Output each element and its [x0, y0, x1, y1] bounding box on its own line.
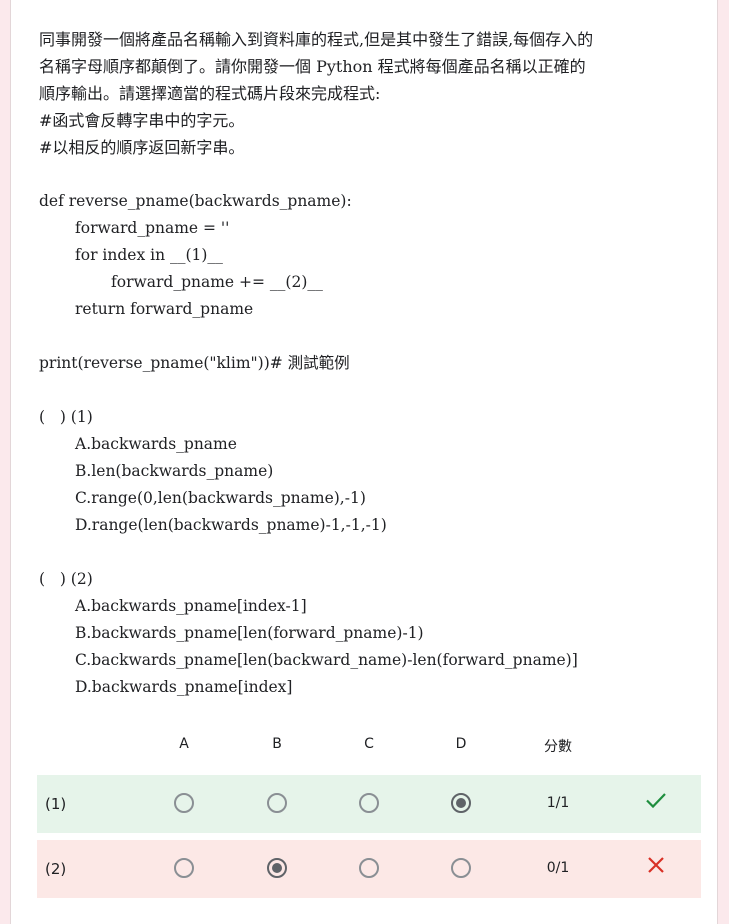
- sub-question-2-label: ( ) (2): [39, 570, 93, 588]
- sub-2-option-a: A.backwards_pname[index-1]: [75, 597, 307, 615]
- sub-1-option-a: A.backwards_pname: [75, 435, 237, 453]
- sub-1-option-b: B.len(backwards_pname): [75, 462, 274, 480]
- question-line-4: #函式會反轉字串中的字元。: [39, 111, 245, 130]
- sub-1-option-c: C.range(0,len(backwards_pname),-1): [75, 489, 366, 507]
- row-2-radio-c[interactable]: [359, 858, 379, 878]
- row-1-score: 1/1: [546, 795, 570, 811]
- question-text: 同事開發一個將產品名稱輸入到資料庫的程式,但是其中發生了錯誤,每個存入的 名稱字…: [39, 26, 699, 701]
- row-1-radio-c[interactable]: [359, 793, 379, 813]
- question-line-3: 順序輸出。請選擇適當的程式碼片段來完成程式:: [39, 84, 381, 103]
- grid-row-1: (1) 1/1: [37, 775, 701, 833]
- score-header: 分數: [544, 739, 572, 755]
- column-header-c: C: [364, 736, 374, 752]
- row-1-radio-a[interactable]: [174, 793, 194, 813]
- code-assign-line: forward_pname = '': [75, 219, 230, 237]
- column-header-b: B: [272, 736, 282, 752]
- question-card: 同事開發一個將產品名稱輸入到資料庫的程式,但是其中發生了錯誤,每個存入的 名稱字…: [10, 0, 718, 924]
- row-1-label: (1): [45, 795, 67, 813]
- grid-row-2: (2) 0/1: [37, 840, 701, 898]
- sub-2-option-c: C.backwards_pname[len(backward_name)-len…: [75, 651, 578, 669]
- row-2-radio-b[interactable]: [267, 858, 287, 878]
- sub-1-option-d: D.range(len(backwards_pname)-1,-1,-1): [75, 516, 387, 534]
- row-2-score: 0/1: [546, 860, 570, 876]
- code-return-line: return forward_pname: [75, 300, 254, 318]
- checkmark-icon: [646, 793, 666, 809]
- grid-header: A B C D 分數: [37, 726, 701, 766]
- cross-icon: [648, 857, 664, 873]
- code-for-line: for index in __(1)__: [75, 246, 223, 264]
- row-2-label: (2): [45, 860, 67, 878]
- question-line-5: #以相反的順序返回新字串。: [39, 138, 245, 157]
- row-1-radio-b[interactable]: [267, 793, 287, 813]
- column-header-d: D: [455, 736, 467, 752]
- question-line-1: 同事開發一個將產品名稱輸入到資料庫的程式,但是其中發生了錯誤,每個存入的: [39, 30, 594, 49]
- sub-2-option-d: D.backwards_pname[index]: [75, 678, 293, 696]
- row-2-radio-d[interactable]: [451, 858, 471, 878]
- sub-question-1-label: ( ) (1): [39, 408, 93, 426]
- column-header-a: A: [179, 736, 189, 752]
- code-def-line: def reverse_pname(backwards_pname):: [39, 192, 352, 210]
- code-print-line: print(reverse_pname("klim"))# 測試範例: [39, 354, 350, 372]
- question-line-2: 名稱字母順序都顛倒了。請你開發一個 Python 程式將每個產品名稱以正確的: [39, 57, 586, 76]
- row-2-radio-a[interactable]: [174, 858, 194, 878]
- answer-grid: A B C D 分數 (1) 1/1 (2) 0/1: [37, 726, 701, 898]
- sub-2-option-b: B.backwards_pname[len(forward_pname)-1): [75, 624, 424, 642]
- row-1-radio-d[interactable]: [451, 793, 471, 813]
- code-body-line: forward_pname += __(2)__: [111, 273, 323, 291]
